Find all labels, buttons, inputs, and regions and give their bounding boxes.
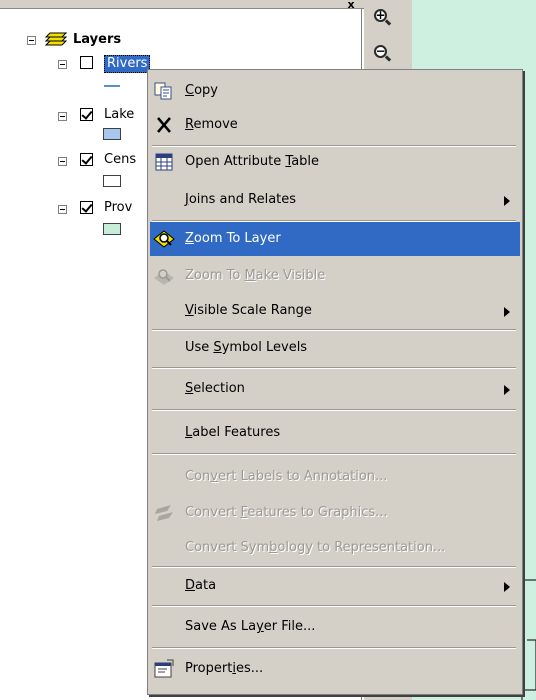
layer-cens-toggle[interactable]	[58, 157, 67, 166]
menu-item-copy[interactable]: Copy	[150, 74, 520, 108]
menu-item-joins-and-relates-label: Joins and Relates	[185, 192, 297, 207]
submenu-arrow-icon	[504, 307, 510, 317]
layer-prov-toggle[interactable]	[58, 205, 67, 214]
layer-lake-toggle[interactable]	[58, 112, 67, 121]
layer-rivers-checkbox[interactable]	[80, 56, 93, 69]
submenu-arrow-icon	[504, 385, 510, 395]
layer-rivers-line-symbol	[104, 85, 120, 87]
menu-item-properties-label: Properties...	[185, 661, 264, 676]
layer-cens-fill-symbol	[103, 175, 121, 187]
zoom-to-layer-icon	[153, 230, 175, 248]
menu-item-convert-features-to-graphics[interactable]: Convert Features to Graphics...	[150, 496, 520, 530]
layer-rivers-toggle[interactable]	[58, 60, 67, 69]
menu-separator	[152, 367, 516, 369]
layer-prov-fill-symbol	[103, 223, 121, 235]
convert-graphics-icon	[155, 505, 173, 521]
layer-cens-checkbox[interactable]	[80, 153, 93, 166]
menu-separator	[152, 605, 516, 607]
layers-root-label[interactable]: Layers	[73, 32, 121, 48]
menu-separator	[152, 409, 516, 411]
layer-prov-label[interactable]: Prov	[104, 200, 132, 216]
layers-stack-icon	[45, 32, 67, 46]
menu-item-open-attribute-table-label: Open Attribute Table	[185, 154, 320, 169]
layer-rivers-label[interactable]: Rivers	[104, 55, 151, 73]
layer-lake-fill-symbol	[103, 128, 121, 140]
menu-item-visible-scale-range[interactable]: Visible Scale Range	[150, 294, 520, 328]
table-icon	[155, 153, 173, 171]
menu-item-convert-features-to-graphics-label: Convert Features to Graphics...	[185, 505, 388, 520]
submenu-arrow-icon	[504, 582, 510, 592]
menu-item-open-attribute-table[interactable]: Open Attribute Table	[150, 145, 520, 179]
zoom-out-icon[interactable]: −	[372, 44, 394, 66]
menu-item-label-features-label: Label Features	[185, 425, 281, 440]
layers-collapse-toggle[interactable]	[27, 36, 36, 45]
menu-item-visible-scale-range-label: Visible Scale Range	[185, 303, 312, 318]
close-icon[interactable]: x	[344, 0, 358, 12]
properties-icon	[154, 659, 174, 678]
menu-item-zoom-to-layer-label: Zoom To Layer	[185, 231, 281, 246]
menu-item-zoom-to-make-visible[interactable]: Zoom To Make Visible	[150, 259, 520, 293]
menu-item-convert-symbology-to-representation[interactable]: Convert Symbology to Representation...	[150, 531, 520, 565]
zoom-in-icon[interactable]: +	[372, 8, 394, 30]
menu-item-save-as-layer-file[interactable]: Save As Layer File...	[150, 610, 520, 644]
menu-item-save-as-layer-file-label: Save As Layer File...	[185, 619, 316, 634]
menu-item-properties[interactable]: Properties...	[150, 652, 520, 686]
menu-item-joins-and-relates[interactable]: Joins and Relates	[150, 183, 520, 217]
layer-lake-checkbox[interactable]	[80, 108, 93, 121]
menu-item-selection[interactable]: Selection	[150, 372, 520, 406]
layer-cens-label[interactable]: Cens	[104, 152, 136, 168]
zoom-to-make-visible-icon	[154, 269, 174, 285]
menu-item-use-symbol-levels[interactable]: Use Symbol Levels	[150, 331, 520, 365]
menu-item-use-symbol-levels-label: Use Symbol Levels	[185, 340, 308, 355]
menu-separator	[152, 647, 516, 649]
menu-item-data[interactable]: Data	[150, 569, 520, 603]
menu-item-convert-labels-to-annotation[interactable]: Convert Labels to Annotation...	[150, 460, 520, 494]
menu-item-selection-label: Selection	[185, 381, 245, 396]
submenu-arrow-icon	[504, 196, 510, 206]
menu-item-convert-labels-to-annotation-label: Convert Labels to Annotation...	[185, 469, 388, 484]
menu-item-label-features[interactable]: Label Features	[150, 416, 520, 450]
menu-item-convert-symbology-to-representation-label: Convert Symbology to Representation...	[185, 540, 446, 555]
copy-icon	[154, 82, 172, 100]
menu-separator	[152, 453, 516, 455]
remove-x-icon	[157, 117, 171, 133]
menu-item-zoom-to-make-visible-label: Zoom To Make Visible	[185, 268, 326, 283]
menu-separator	[152, 566, 516, 568]
layer-lake-label[interactable]: Lake	[104, 107, 134, 123]
minus-glyph: −	[375, 44, 386, 58]
menu-item-copy-label: Copy	[185, 83, 218, 98]
plus-glyph: +	[375, 8, 386, 22]
toc-title-bar	[0, 0, 364, 9]
menu-item-data-label: Data	[185, 578, 217, 593]
layer-context-menu: Copy Remove Open Attribute Table Joins a…	[147, 69, 523, 695]
menu-item-remove[interactable]: Remove	[150, 108, 520, 142]
layer-prov-checkbox[interactable]	[80, 201, 93, 214]
menu-item-remove-label: Remove	[185, 117, 238, 132]
menu-item-zoom-to-layer[interactable]: Zoom To Layer	[150, 222, 520, 256]
